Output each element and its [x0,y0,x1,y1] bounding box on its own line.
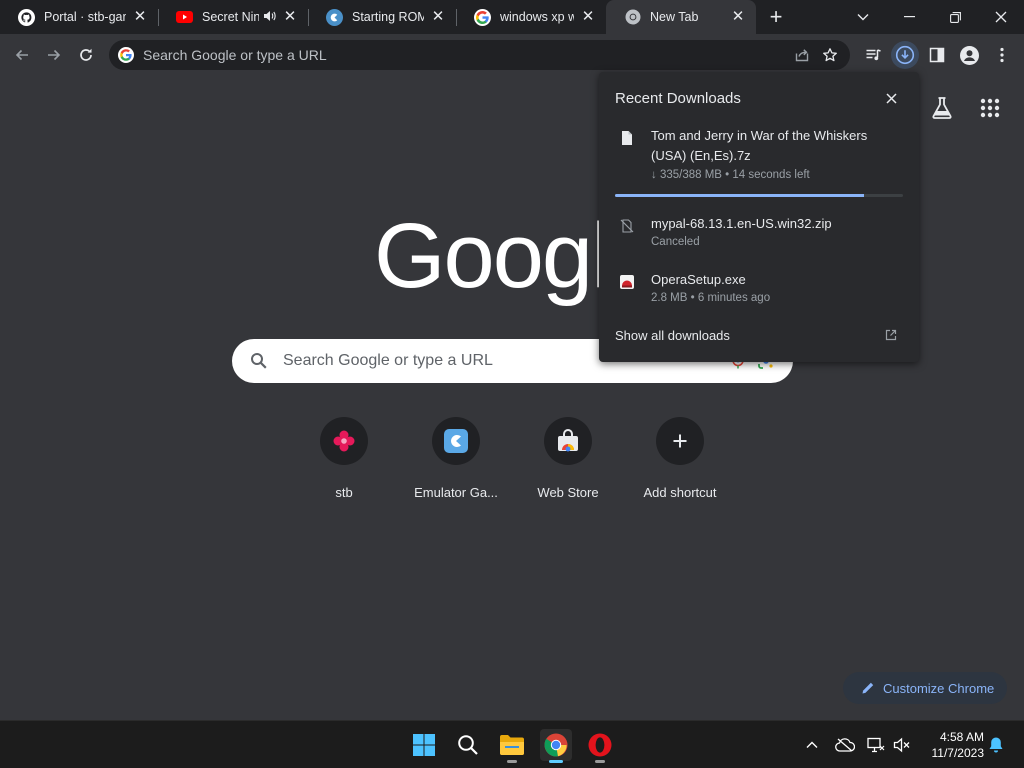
share-icon[interactable] [788,47,816,63]
clock-date: 11/7/2023 [931,746,985,760]
shortcut-web-store[interactable]: Web Store [512,417,624,500]
download-filename: Tom and Jerry in War of the Whiskers (US… [651,128,868,163]
canceled-file-icon [620,219,634,233]
tab-title: windows xp wallpaper [500,10,574,24]
github-icon [18,8,35,26]
clock-time: 4:58 AM [939,730,984,744]
shortcut-stb[interactable]: stb [288,417,400,500]
shortcut-label: Web Store [537,485,599,500]
google-icon [118,47,134,63]
taskbar-search-button[interactable] [452,729,484,761]
close-window-button[interactable] [978,0,1024,34]
tab-title: Portal · stb-games [44,10,126,24]
tab-strip: Portal · stb-games ✕ Secret Nintendo ✕ S… [0,0,1024,34]
customize-chrome-button[interactable]: Customize Chrome [843,672,1007,704]
show-all-downloads-link[interactable]: Show all downloads [615,328,730,343]
show-hidden-icons-button[interactable] [802,735,822,755]
chrome-icon [624,9,641,26]
tab-windows-xp[interactable]: windows xp wallpaper ✕ [456,0,606,34]
youtube-icon [176,9,193,26]
search-icon [458,735,478,755]
shortcut-emulator-games[interactable]: Emulator Ga... [400,417,512,500]
tab-close-icon[interactable]: ✕ [430,9,446,25]
shortcut-label: Add shortcut [643,485,717,500]
close-icon[interactable] [882,89,900,107]
tab-starting-rom[interactable]: Starting ROM Downloads ✕ [308,0,457,34]
tab-close-icon[interactable]: ✕ [132,9,148,25]
tab-title: Secret Nintendo [202,10,259,24]
back-button[interactable] [8,41,36,69]
tab-search-icon[interactable] [840,0,886,34]
stb-flower-icon [333,430,355,452]
audio-playing-icon[interactable] [263,10,276,25]
installer-icon [620,275,634,289]
tab-close-icon[interactable]: ✕ [282,9,298,25]
download-filename: OperaSetup.exe [651,272,746,287]
folder-icon [500,735,524,755]
downloads-button[interactable] [891,41,919,69]
volume-muted-icon[interactable] [892,735,912,755]
download-item[interactable]: OperaSetup.exe 2.8 MB • 6 minutes ago [599,272,919,312]
new-tab-button[interactable]: + [766,6,786,28]
tab-title: New Tab [650,10,699,24]
google-icon [474,8,491,26]
taskbar-clock[interactable]: 4:58 AM 11/7/2023 [920,729,985,761]
profile-avatar[interactable] [955,41,983,69]
downloads-bubble: Recent Downloads Tom and Jerry in War of… [599,72,919,362]
omnibox[interactable] [109,40,850,70]
tab-close-icon[interactable]: ✕ [580,9,596,25]
plus-icon [673,434,687,448]
windows-taskbar: 4:58 AM 11/7/2023 [0,720,1024,768]
chrome-icon [544,733,568,757]
media-control-icon[interactable] [859,41,887,69]
search-icon [251,353,267,369]
tab-title: Starting ROM Downloads [352,10,424,24]
customize-chrome-label: Customize Chrome [883,680,995,696]
person-icon [959,45,979,65]
download-icon [895,45,915,65]
shortcut-add[interactable]: Add shortcut [624,417,736,500]
reload-button[interactable] [72,41,100,69]
tab-close-icon[interactable]: ✕ [730,9,746,25]
chrome-labs-icon[interactable] [930,96,954,120]
download-filename: mypal-68.13.1.en-US.win32.zip [651,216,832,231]
onedrive-icon[interactable] [834,735,856,755]
emulator-icon [326,8,343,26]
omnibox-input[interactable] [143,47,788,63]
open-external-icon[interactable] [885,329,897,341]
bookmark-star-icon[interactable] [816,47,844,63]
network-icon[interactable] [866,735,886,755]
chrome-menu-icon[interactable] [988,41,1016,69]
notifications-bell-icon[interactable] [986,735,1006,755]
opera-icon [588,733,612,757]
download-item[interactable]: Tom and Jerry in War of the Whiskers (US… [599,128,919,198]
file-icon [622,131,632,145]
download-progress-bar [615,194,903,197]
shortcut-label: stb [335,485,353,500]
windows-logo-icon [413,734,435,756]
download-status: Canceled [651,236,700,248]
taskbar-file-explorer[interactable] [496,729,528,763]
restore-button[interactable] [932,0,978,34]
taskbar-opera[interactable] [584,729,616,763]
emulator-icon [444,429,468,453]
start-button[interactable] [408,729,440,761]
side-panel-icon[interactable] [923,41,951,69]
tab-github[interactable]: Portal · stb-games ✕ [0,0,159,34]
download-status: ↓ 335/388 MB • 14 seconds left [651,169,810,181]
google-apps-icon[interactable] [980,98,1000,118]
downloads-title: Recent Downloads [615,90,741,107]
taskbar-chrome[interactable] [540,729,572,763]
pencil-icon [862,682,874,694]
minimize-button[interactable] [886,0,932,34]
tab-new-tab[interactable]: New Tab ✕ [606,0,756,34]
browser-toolbar [0,34,1024,76]
download-progress-fill [615,194,864,197]
tab-youtube[interactable]: Secret Nintendo ✕ [158,0,309,34]
download-status: 2.8 MB • 6 minutes ago [651,292,771,304]
forward-button[interactable] [40,41,68,69]
shortcut-label: Emulator Ga... [414,485,498,500]
download-item[interactable]: mypal-68.13.1.en-US.win32.zip Canceled [599,216,919,256]
web-store-icon [558,429,578,452]
